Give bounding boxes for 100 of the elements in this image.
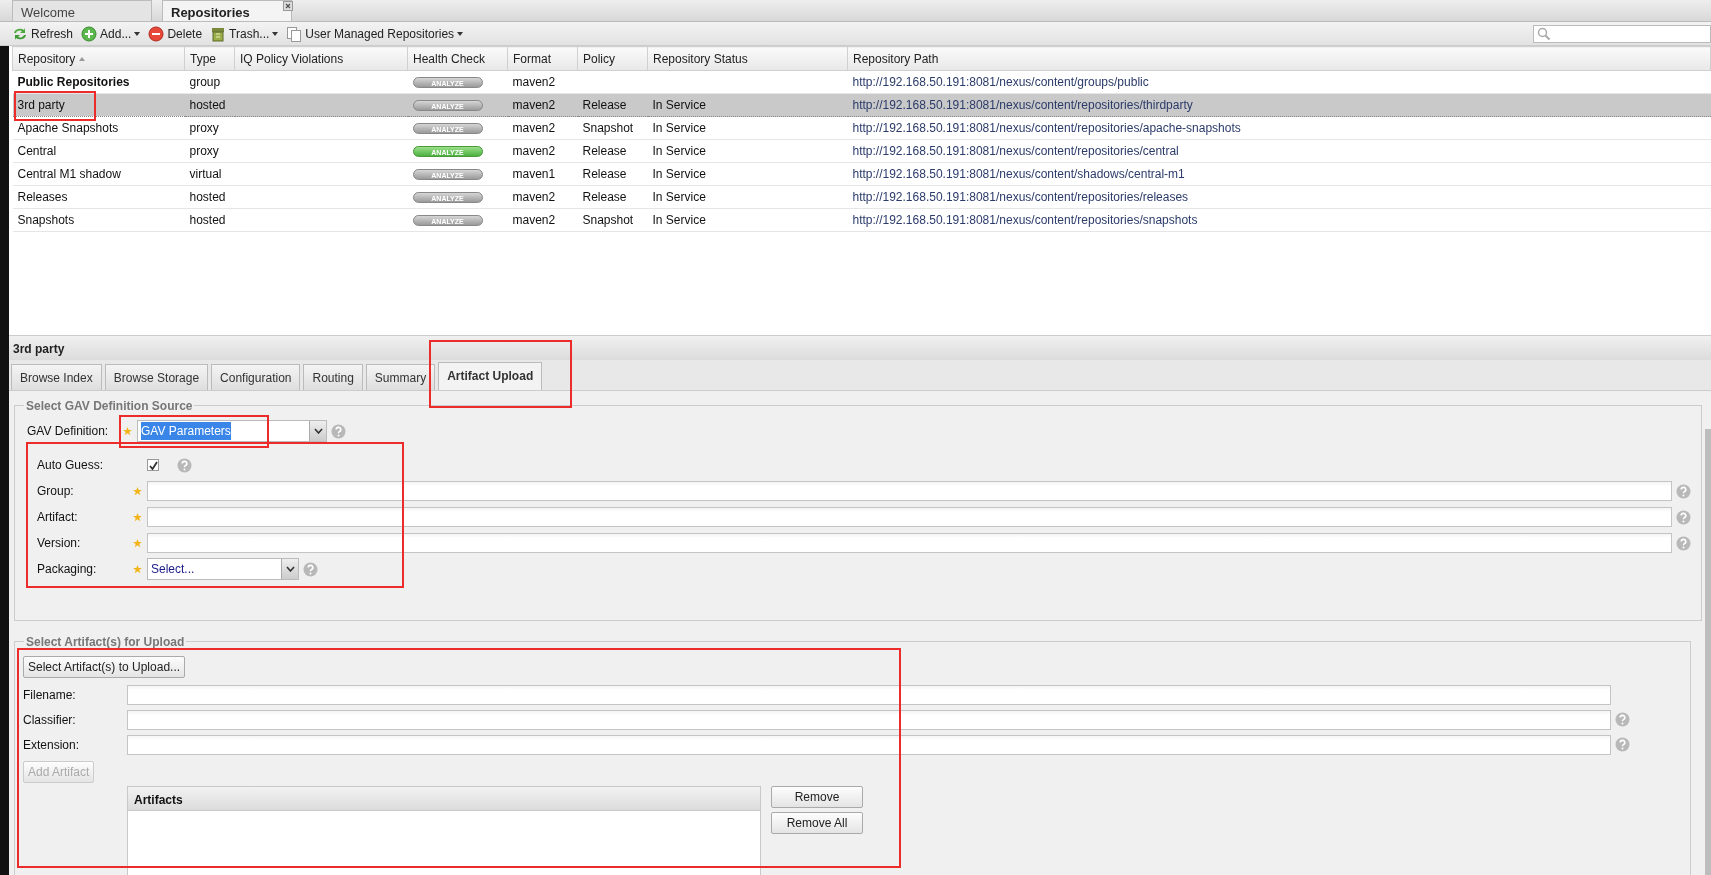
- repository-format: maven2: [512, 98, 556, 112]
- text-field[interactable]: [147, 507, 1672, 527]
- repository-policy: Snapshot: [582, 213, 634, 227]
- field-label: Version:: [37, 535, 82, 552]
- search-field[interactable]: [1533, 24, 1711, 43]
- scrollbar[interactable]: [1705, 429, 1711, 875]
- column-header[interactable]: Repository Path: [847, 46, 1711, 71]
- repository-path: http://192.168.50.191:8081/nexus/content/repositories/thirdparty: [852, 98, 1193, 112]
- field-label: GAV Definition:: [27, 423, 110, 440]
- repository-type: hosted: [189, 190, 226, 204]
- repository-type: group: [189, 75, 221, 89]
- tab[interactable]: Configuration: [211, 364, 301, 390]
- field-label: Packaging:: [37, 561, 98, 578]
- help-icon: [331, 423, 346, 439]
- field-label: Group:: [37, 483, 75, 500]
- repository-format: maven1: [512, 167, 556, 181]
- repository-type: virtual: [189, 167, 222, 181]
- close-icon[interactable]: [283, 1, 293, 11]
- toolbar-button[interactable]: Add...: [81, 24, 141, 43]
- panel-title: 3rd party: [9, 336, 1711, 360]
- remove-button[interactable]: Remove All: [771, 812, 863, 834]
- repository-status: In Service: [652, 167, 706, 181]
- help-icon: [1615, 737, 1630, 752]
- repository-format: maven2: [512, 121, 556, 135]
- required-star-icon: [133, 487, 142, 497]
- field-label: Filename:: [23, 686, 77, 704]
- tab[interactable]: Summary: [365, 364, 436, 390]
- auto-guess-checkbox[interactable]: [147, 459, 159, 471]
- remove-button[interactable]: Remove: [771, 786, 863, 808]
- toolbar-button[interactable]: Trash...: [210, 24, 279, 43]
- repository-path: http://192.168.50.191:8081/nexus/content/repositories/central: [852, 144, 1179, 158]
- repository-type: hosted: [189, 98, 226, 112]
- gav-definition-dropdown[interactable]: GAV Parameters: [137, 420, 327, 442]
- field-label: Extension:: [23, 736, 81, 754]
- toolbar-button[interactable]: User Managed Repositories: [286, 24, 464, 43]
- column-header[interactable]: IQ Policy Violations: [234, 46, 408, 71]
- toolbar-button[interactable]: Refresh: [12, 24, 74, 43]
- repository-policy: Snapshot: [582, 121, 634, 135]
- required-star-icon: [133, 513, 142, 523]
- repository-path: http://192.168.50.191:8081/nexus/content/repositories/snapshots: [852, 213, 1198, 227]
- repository-path: http://192.168.50.191:8081/nexus/content/shadows/central-m1: [852, 167, 1185, 181]
- help-icon: [177, 457, 192, 473]
- tab[interactable]: Artifact Upload: [438, 362, 543, 390]
- tab[interactable]: Welcome: [12, 0, 152, 21]
- tab[interactable]: Routing: [303, 364, 363, 390]
- toolbar-button[interactable]: Delete: [148, 24, 203, 43]
- help-icon: [1676, 483, 1691, 499]
- repository-status: In Service: [652, 213, 706, 227]
- required-star-icon: [123, 427, 132, 437]
- documents-icon: [286, 25, 303, 42]
- column-header[interactable]: Type: [184, 46, 235, 71]
- help-icon: [1676, 509, 1691, 525]
- text-field[interactable]: [127, 709, 1611, 730]
- repository-name: 3rd party: [17, 98, 65, 112]
- required-star-icon: [133, 565, 142, 575]
- repository-status: In Service: [652, 121, 706, 135]
- column-header[interactable]: Repository Status: [647, 46, 848, 71]
- tab[interactable]: Browse Storage: [104, 364, 209, 390]
- repository-format: maven2: [512, 75, 556, 89]
- repository-name: Snapshots: [17, 213, 75, 227]
- column-header[interactable]: Policy: [577, 46, 648, 71]
- column-header[interactable]: Health Check: [407, 46, 508, 71]
- repository-type: proxy: [189, 144, 219, 158]
- repository-policy: Release: [582, 144, 627, 158]
- repository-name: Apache Snapshots: [17, 121, 119, 135]
- field-label: Artifact:: [37, 509, 79, 526]
- repository-status: In Service: [652, 98, 706, 112]
- repository-name: Releases: [17, 190, 68, 204]
- add-icon: [81, 25, 98, 42]
- repository-path: http://192.168.50.191:8081/nexus/content/repositories/releases: [852, 190, 1189, 204]
- repository-status: In Service: [652, 144, 706, 158]
- text-field[interactable]: [127, 734, 1611, 755]
- repository-policy: Release: [582, 98, 627, 112]
- repository-format: maven2: [512, 213, 556, 227]
- repository-path: http://192.168.50.191:8081/nexus/content/groups/public: [852, 75, 1149, 89]
- repository-type: proxy: [189, 121, 219, 135]
- tab[interactable]: Repositories: [162, 0, 292, 21]
- repository-name: Central M1 shadow: [17, 167, 121, 181]
- bin-icon: [210, 25, 227, 42]
- text-field[interactable]: [127, 684, 1611, 705]
- column-header[interactable]: Repository: [12, 46, 185, 71]
- repository-name: Central: [17, 144, 57, 158]
- field-label: Auto Guess:: [37, 457, 105, 474]
- grid-header: Artifacts: [128, 787, 760, 811]
- text-field[interactable]: [147, 533, 1672, 553]
- help-icon: [1615, 712, 1630, 727]
- help-icon: [1676, 535, 1691, 551]
- field-label: Classifier:: [23, 711, 77, 729]
- repository-policy: Release: [582, 190, 627, 204]
- packaging-dropdown[interactable]: Select...: [147, 558, 299, 580]
- search-icon: [1537, 26, 1551, 41]
- repository-format: maven2: [512, 190, 556, 204]
- select-files-button[interactable]: Select Artifact(s) to Upload...: [23, 656, 186, 678]
- help-icon: [303, 561, 318, 577]
- text-field[interactable]: [147, 481, 1672, 501]
- column-header[interactable]: Format: [507, 46, 578, 71]
- check-icon: [148, 460, 158, 470]
- required-star-icon: [133, 539, 142, 549]
- tab[interactable]: Browse Index: [11, 364, 102, 390]
- repository-type: hosted: [189, 213, 226, 227]
